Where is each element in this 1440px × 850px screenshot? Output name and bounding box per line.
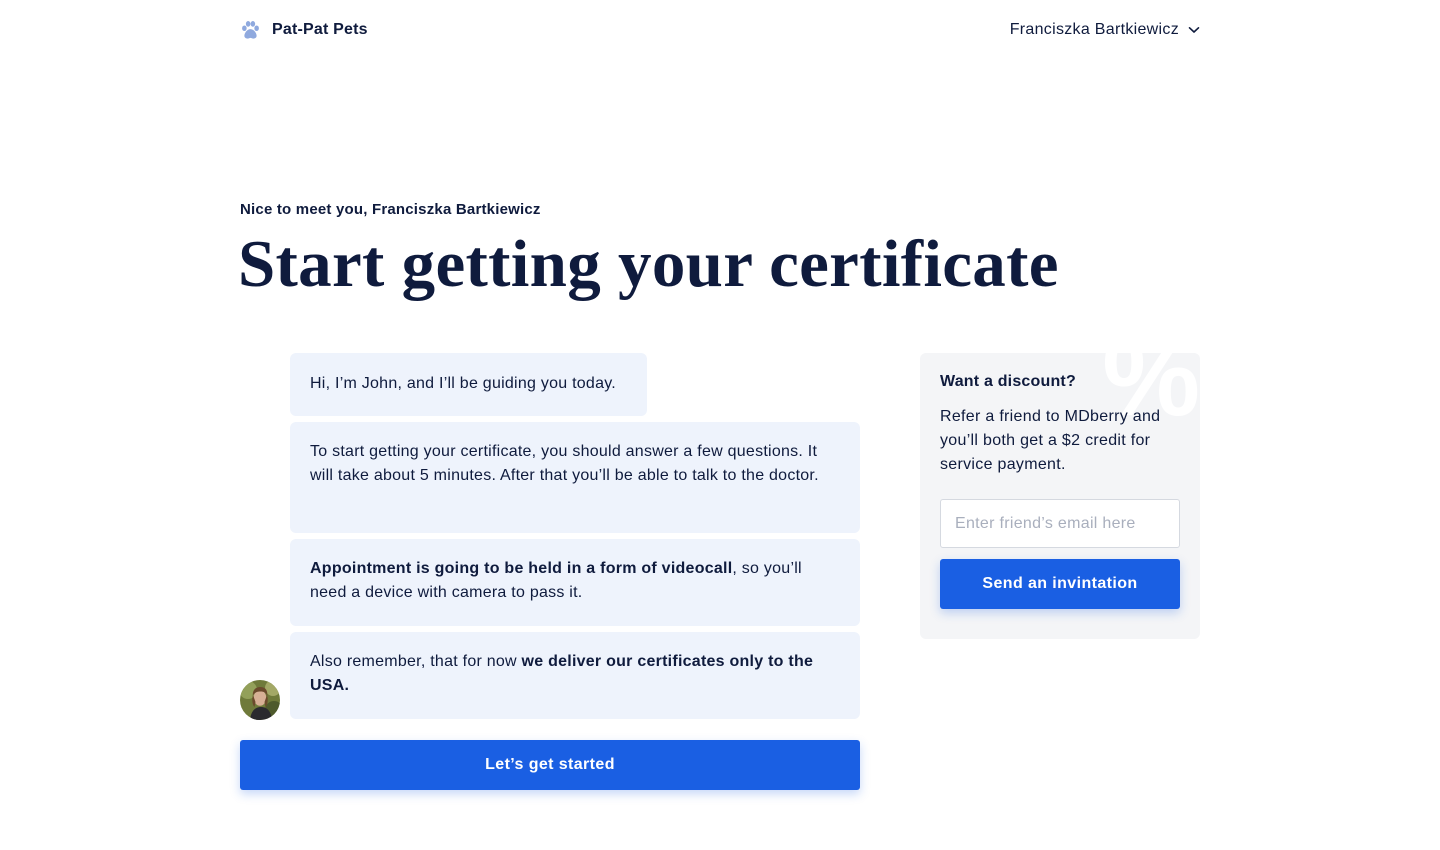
page-title: Start getting your certificate xyxy=(238,227,1059,301)
greeting-text: Nice to meet you, Franciszka Bartkiewicz xyxy=(240,201,541,218)
message-text: To start getting your certificate, you s… xyxy=(310,443,819,484)
send-invitation-button[interactable]: Send an invintation xyxy=(940,559,1180,609)
chat-message: Appointment is going to be held in a for… xyxy=(290,539,860,626)
user-name: Franciszka Bartkiewicz xyxy=(1009,21,1179,38)
message-text-bold: Appointment is going to be held in a for… xyxy=(310,560,733,577)
brand-logo[interactable]: Pat-Pat Pets xyxy=(240,20,368,40)
user-menu[interactable]: Franciszka Bartkiewicz xyxy=(1010,21,1200,39)
guide-avatar xyxy=(240,680,280,720)
paw-icon xyxy=(242,20,259,39)
message-text: Also remember, that for now xyxy=(310,653,522,670)
chat-message: Also remember, that for now we deliver o… xyxy=(290,632,860,719)
get-started-button[interactable]: Let’s get started xyxy=(240,740,860,790)
brand-name: Pat-Pat Pets xyxy=(272,21,368,38)
discount-title: Want a discount? xyxy=(940,373,1076,390)
discount-description: Refer a friend to MDberry and you’ll bot… xyxy=(940,408,1161,473)
chat-message: To start getting your certificate, you s… xyxy=(290,422,860,533)
chevron-down-icon xyxy=(1188,27,1200,33)
discount-card: % Want a discount? Refer a friend to MDb… xyxy=(920,353,1200,639)
chat-message: Hi, I’m John, and I’ll be guiding you to… xyxy=(290,353,647,416)
friend-email-input[interactable] xyxy=(940,499,1180,548)
top-bar: Pat-Pat Pets Franciszka Bartkiewicz xyxy=(240,0,1200,60)
message-text: Hi, I’m John, and I’ll be guiding you to… xyxy=(310,375,616,392)
